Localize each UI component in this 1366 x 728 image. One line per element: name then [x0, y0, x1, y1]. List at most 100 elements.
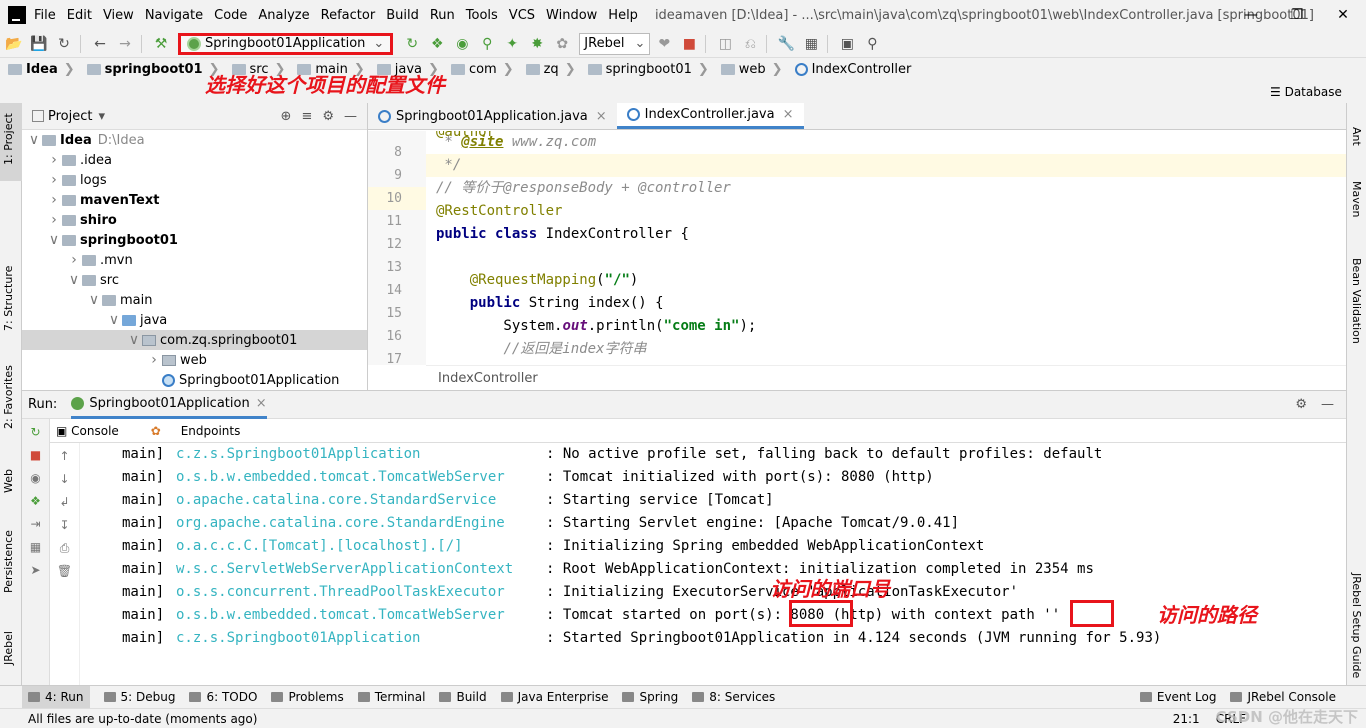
bottom-tab-5-debug[interactable]: 5: Debug — [103, 690, 175, 704]
tree-item[interactable]: › shiro — [22, 210, 367, 230]
run-configuration-select[interactable]: Springboot01Application ⌄ — [178, 32, 394, 55]
layout-icon[interactable]: ▦ — [26, 537, 46, 557]
attach-icon[interactable]: ✿ — [551, 33, 573, 55]
menu-window[interactable]: Window — [546, 8, 597, 23]
tree-item[interactable]: › .idea — [22, 150, 367, 170]
camera-icon[interactable]: ◉ — [26, 468, 46, 488]
chevron-right-icon[interactable]: › — [46, 212, 62, 228]
gear-icon[interactable]: ⚙ — [1295, 397, 1307, 412]
tool-tab-bean-validation[interactable]: Bean Validation — [1350, 258, 1363, 344]
chevron-down-icon[interactable]: ∨ — [86, 292, 102, 308]
pin-icon[interactable]: ➤ — [26, 560, 46, 580]
close-tab-icon[interactable]: × — [783, 107, 794, 122]
menu-help[interactable]: Help — [608, 8, 638, 23]
database-tab[interactable]: ☰ Database — [1270, 85, 1342, 99]
log-logger[interactable]: o.s.b.w.embedded.tomcat.TomcatWebServer — [176, 466, 505, 489]
tree-item[interactable]: › .mvn — [22, 250, 367, 270]
tree-item[interactable]: ∨ java — [22, 310, 367, 330]
bottom-tab-jrebel-console[interactable]: JRebel Console — [1230, 690, 1336, 704]
forward-arrow-icon[interactable]: → — [114, 33, 136, 55]
trash-icon[interactable]: 🗑 — [55, 561, 75, 581]
chevron-down-icon[interactable]: ∨ — [66, 272, 82, 288]
print-icon[interactable]: ⎙ — [55, 538, 75, 558]
editor-tab-springboot01application[interactable]: Springboot01Application.java × — [368, 103, 617, 129]
chevron-right-icon[interactable]: › — [146, 352, 162, 368]
tree-item[interactable]: › mavenText — [22, 190, 367, 210]
stop-icon[interactable]: ■ — [26, 445, 46, 465]
menu-run[interactable]: Run — [430, 8, 455, 23]
arrow-up-icon[interactable]: ↑ — [55, 446, 75, 466]
jrebel-update-icon[interactable]: ❤ — [653, 33, 675, 55]
tree-item[interactable]: ∨ src — [22, 270, 367, 290]
tree-item[interactable]: Springboot01Application — [22, 370, 367, 390]
collapse-all-icon[interactable]: ≡ — [301, 109, 312, 124]
breadcrumb-item[interactable]: zq ❯ — [518, 62, 576, 77]
tree-item[interactable]: › logs — [22, 170, 367, 190]
log-logger[interactable]: o.apache.catalina.core.StandardService — [176, 489, 496, 512]
tool-tab-jrebel-setup[interactable]: JRebel Setup Guide — [1350, 573, 1363, 678]
bottom-tab-8-services[interactable]: 8: Services — [692, 690, 775, 704]
tool-tab-maven[interactable]: Maven — [1350, 181, 1363, 217]
debug-bug-icon[interactable]: ❖ — [26, 491, 46, 511]
tab-endpoints[interactable]: ✿ Endpoints — [151, 424, 257, 438]
chevron-down-icon[interactable]: ∨ — [126, 332, 142, 348]
menu-build[interactable]: Build — [386, 8, 419, 23]
breadcrumb-item[interactable]: Idea ❯ — [0, 62, 75, 77]
log-logger[interactable]: o.s.s.concurrent.ThreadPoolTaskExecutor — [176, 581, 505, 604]
jrebel-debug-icon[interactable]: ✸ — [526, 33, 548, 55]
code-area[interactable]: @author * @site www.zq.com */ // 等价于@res… — [426, 131, 1346, 365]
profile-icon[interactable]: ⚲ — [476, 33, 498, 55]
menu-code[interactable]: Code — [214, 8, 247, 23]
jrebel-select[interactable]: JRebel ⌄ — [579, 32, 651, 55]
project-structure-icon[interactable]: ▦ — [800, 33, 822, 55]
locate-icon[interactable]: ⊕ — [281, 109, 292, 124]
hide-panel-icon[interactable]: — — [344, 109, 357, 124]
tool-tab-web[interactable]: Web — [2, 469, 15, 493]
search-icon[interactable]: ⚲ — [861, 33, 883, 55]
close-tab-icon[interactable]: × — [596, 109, 607, 124]
save-icon[interactable]: 💾 — [28, 33, 50, 55]
tool-tab-favorites[interactable]: 2: Favorites — [2, 365, 15, 429]
gear-icon[interactable]: ⚙ — [322, 109, 334, 124]
menu-analyze[interactable]: Analyze — [258, 8, 309, 23]
breadcrumb-item[interactable]: com ❯ — [443, 62, 514, 77]
editor-tab-indexcontroller[interactable]: IndexController.java × — [616, 103, 804, 129]
bottom-tab-build[interactable]: Build — [439, 690, 487, 704]
tree-item[interactable]: ∨ Idea D:\Idea — [22, 130, 367, 150]
chevron-right-icon[interactable]: › — [46, 172, 62, 188]
chevron-right-icon[interactable]: › — [46, 192, 62, 208]
chevron-down-icon[interactable]: ∨ — [46, 232, 62, 248]
back-arrow-icon[interactable]: ← — [89, 33, 111, 55]
breadcrumb-item[interactable]: IndexController — [787, 62, 911, 77]
tool-tab-persistence[interactable]: Persistence — [2, 530, 15, 593]
log-logger[interactable]: o.s.b.w.embedded.tomcat.TomcatWebServer — [176, 604, 505, 627]
hide-panel-icon[interactable]: — — [1321, 397, 1334, 412]
exit-icon[interactable]: ⇥ — [26, 514, 46, 534]
console-output[interactable]: main] c.z.s.Springboot01Application: No a… — [84, 443, 1346, 686]
minimize-button[interactable]: — — [1228, 0, 1274, 30]
arrow-down-icon[interactable]: ↓ — [55, 469, 75, 489]
tree-item[interactable]: ∨ springboot01 — [22, 230, 367, 250]
bottom-tab-terminal[interactable]: Terminal — [357, 690, 425, 704]
tree-item[interactable]: ∨ com.zq.springboot01 — [22, 330, 367, 350]
chevron-down-icon[interactable]: ∨ — [106, 312, 122, 328]
breadcrumb-item[interactable]: springboot01 ❯ — [79, 62, 220, 77]
tree-item[interactable]: ∨ main — [22, 290, 367, 310]
tool-tab-ant[interactable]: Ant — [1350, 127, 1363, 146]
tab-console[interactable]: ▣ Console — [56, 424, 135, 438]
wrench-settings-icon[interactable]: 🔧 — [775, 33, 797, 55]
sync-icon[interactable]: ↻ — [53, 33, 75, 55]
breadcrumb-item[interactable]: web ❯ — [713, 62, 783, 77]
rollback-icon[interactable]: ⎌ — [739, 33, 761, 55]
caret-position[interactable]: 21:1 — [1173, 712, 1200, 726]
stop-icon[interactable]: ■ — [678, 33, 700, 55]
menu-refactor[interactable]: Refactor — [321, 8, 376, 23]
menu-tools[interactable]: Tools — [466, 8, 498, 23]
menu-edit[interactable]: Edit — [67, 8, 92, 23]
chevron-right-icon[interactable]: › — [66, 252, 82, 268]
rerun-icon[interactable]: ↻ — [401, 33, 423, 55]
chevron-right-icon[interactable]: › — [46, 152, 62, 168]
tree-item[interactable]: › web — [22, 350, 367, 370]
maximize-button[interactable]: ❐ — [1274, 0, 1320, 30]
log-logger[interactable]: c.z.s.Springboot01Application — [176, 443, 420, 466]
